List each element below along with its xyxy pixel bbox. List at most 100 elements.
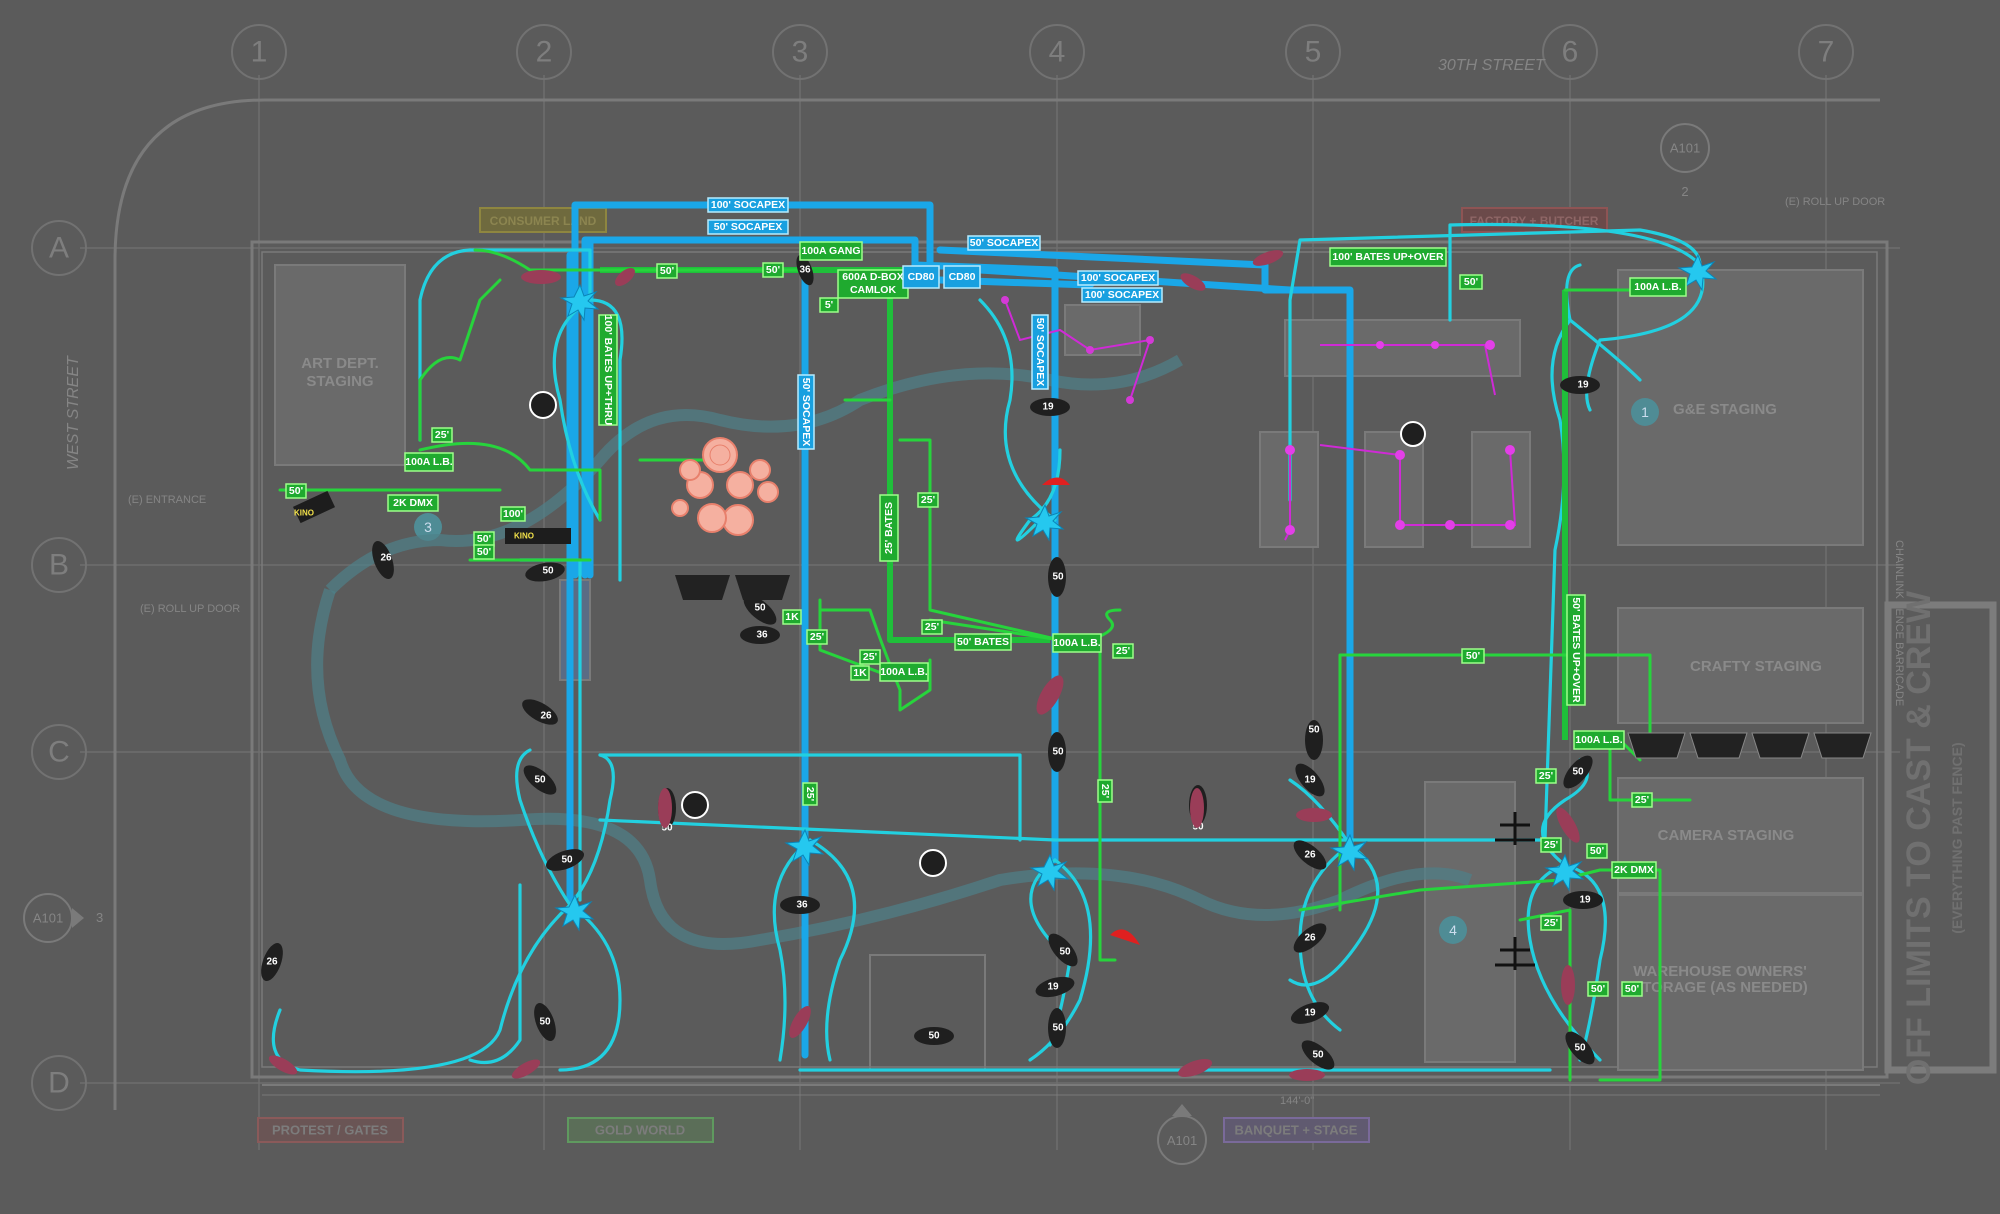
svg-text:25': 25' (1635, 794, 1649, 806)
svg-text:50': 50' (477, 533, 491, 545)
svg-text:100A L.B.: 100A L.B. (880, 666, 928, 678)
svg-text:CD80: CD80 (908, 271, 935, 283)
svg-text:50: 50 (539, 1017, 551, 1028)
tag-socapex: 50' SOCAPEX (797, 374, 815, 450)
zone-marker-1: 1 (1631, 398, 1659, 426)
fixture-50[interactable]: 50 (530, 1000, 561, 1044)
fixture-19[interactable]: 19 (1288, 998, 1332, 1029)
svg-text:36: 36 (796, 900, 808, 911)
svg-text:25': 25' (863, 651, 877, 663)
entrance-note: (E) ENTRANCE (128, 494, 206, 506)
fixture-26[interactable]: 26 (518, 694, 562, 730)
svg-text:26: 26 (1304, 933, 1316, 944)
svg-text:19: 19 (1304, 1008, 1316, 1019)
fixture-36[interactable]: 36 (780, 896, 820, 914)
tag-1k: 1K (850, 665, 870, 681)
tag-50ft: 50' (762, 262, 784, 278)
tag-25ft: 25' (1631, 792, 1653, 808)
fixture-50[interactable]: 50 (1558, 751, 1598, 793)
svg-text:CAMLOK: CAMLOK (850, 284, 896, 296)
fixture-19[interactable]: 19 (1030, 398, 1070, 416)
dimension-note: 144'-0" (1280, 1095, 1314, 1107)
svg-text:4: 4 (1449, 922, 1457, 938)
tag-socapex: 100' SOCAPEX (1081, 287, 1163, 303)
svg-text:PROTEST / GATES: PROTEST / GATES (272, 1123, 388, 1138)
tag-50ft: 50' (1586, 843, 1608, 859)
fixture-50[interactable]: 50 (1048, 1008, 1066, 1048)
red-lamp (268, 1055, 298, 1075)
svg-text:25': 25' (1539, 770, 1553, 782)
svg-text:50: 50 (1574, 1043, 1586, 1054)
svg-text:5': 5' (825, 299, 833, 311)
fixture-19[interactable]: 19 (1033, 973, 1076, 1001)
kino-fixture[interactable]: KINO (505, 528, 571, 544)
fixture-19[interactable]: 19 (1563, 891, 1603, 909)
tag-25ft: 25' (802, 782, 818, 806)
svg-text:1K: 1K (785, 611, 799, 623)
ge-staging-label: G&E STAGING (1673, 401, 1777, 418)
grid-col-4: 4 (1049, 36, 1066, 69)
tag-bates-50: 50' BATES (954, 633, 1012, 651)
umbrella-light (1110, 929, 1140, 945)
svg-text:100A L.B.: 100A L.B. (405, 456, 453, 468)
round-unit (919, 849, 947, 877)
red-lamp (1561, 965, 1575, 1005)
tag-25ft: 25' (1097, 779, 1113, 803)
svg-text:GOLD WORLD: GOLD WORLD (595, 1123, 685, 1138)
tag-1k: 1K (782, 609, 802, 625)
section-ref-west[interactable]: A101 3 (23, 893, 103, 943)
tag-600a-dbox: 600A D-BOXCAMLOK (837, 269, 909, 299)
fixture-50[interactable]: 50 (1560, 1027, 1600, 1069)
banquet-stage-badge: BANQUET + STAGE (1223, 1117, 1370, 1143)
tag-cd80: CD80 (943, 265, 981, 289)
svg-text:25': 25' (810, 631, 824, 643)
tag-100a-lb: 100A L.B. (1629, 277, 1687, 297)
svg-text:KINO: KINO (294, 509, 314, 518)
consumer-land-label: CONSUMER LAND (490, 214, 597, 228)
street-west: WEST STREET (65, 355, 82, 470)
svg-text:50: 50 (1572, 767, 1584, 778)
bin (1813, 732, 1872, 759)
svg-text:25': 25' (925, 621, 939, 633)
tag-25ft: 25' (806, 629, 828, 645)
fixture-19[interactable]: 19 (1560, 376, 1600, 394)
fixture-50[interactable]: 50 (1048, 732, 1066, 772)
fixture-50[interactable]: 50 (1305, 720, 1323, 760)
svg-text:3: 3 (96, 910, 103, 925)
svg-text:26: 26 (266, 957, 278, 968)
fixture-36[interactable]: 36 (740, 626, 780, 644)
section-ref-north[interactable]: A101 2 (1660, 123, 1710, 199)
svg-text:50: 50 (1312, 1050, 1324, 1061)
section-ref-south[interactable]: A101 (1157, 1104, 1207, 1165)
tag-100a-lb: 100A L.B. (1052, 633, 1102, 653)
tag-2k-dmx: 2K DMX (387, 494, 439, 512)
svg-text:50: 50 (1052, 1023, 1064, 1034)
svg-text:50': 50' (1590, 845, 1604, 857)
svg-text:50: 50 (1059, 947, 1071, 958)
svg-text:50' SOCAPEX: 50' SOCAPEX (800, 378, 812, 446)
svg-text:50: 50 (534, 775, 546, 786)
svg-text:25': 25' (435, 429, 449, 441)
svg-text:25': 25' (804, 787, 816, 801)
fixture-50[interactable]: 50 (914, 1027, 954, 1045)
svg-text:25' BATES: 25' BATES (883, 502, 895, 554)
svg-text:19: 19 (1042, 402, 1054, 413)
crafty-staging-label: CRAFTY STAGING (1690, 658, 1822, 675)
tag-50ft: 50' (1461, 648, 1485, 664)
svg-text:50: 50 (928, 1031, 940, 1042)
round-unit (1400, 421, 1426, 447)
svg-text:25': 25' (1116, 645, 1130, 657)
fixture-50[interactable]: 50 (1048, 557, 1066, 597)
svg-text:50' SOCAPEX: 50' SOCAPEX (714, 221, 782, 233)
fixture-50[interactable]: 50 (1043, 929, 1083, 971)
fixture-26[interactable]: 26 (1289, 918, 1331, 958)
svg-text:KINO: KINO (514, 532, 534, 541)
svg-text:50' BATES UP+OVER: 50' BATES UP+OVER (1570, 597, 1582, 703)
svg-text:100' BATES UP+OVER: 100' BATES UP+OVER (1332, 251, 1444, 263)
fixture-50[interactable]: 50 (519, 760, 561, 800)
svg-text:50: 50 (1052, 747, 1064, 758)
svg-text:25': 25' (1099, 784, 1111, 798)
grid-row-d: D (48, 1067, 70, 1100)
svg-text:2K DMX: 2K DMX (1614, 864, 1654, 876)
tag-50ft: 50' (1621, 981, 1643, 997)
